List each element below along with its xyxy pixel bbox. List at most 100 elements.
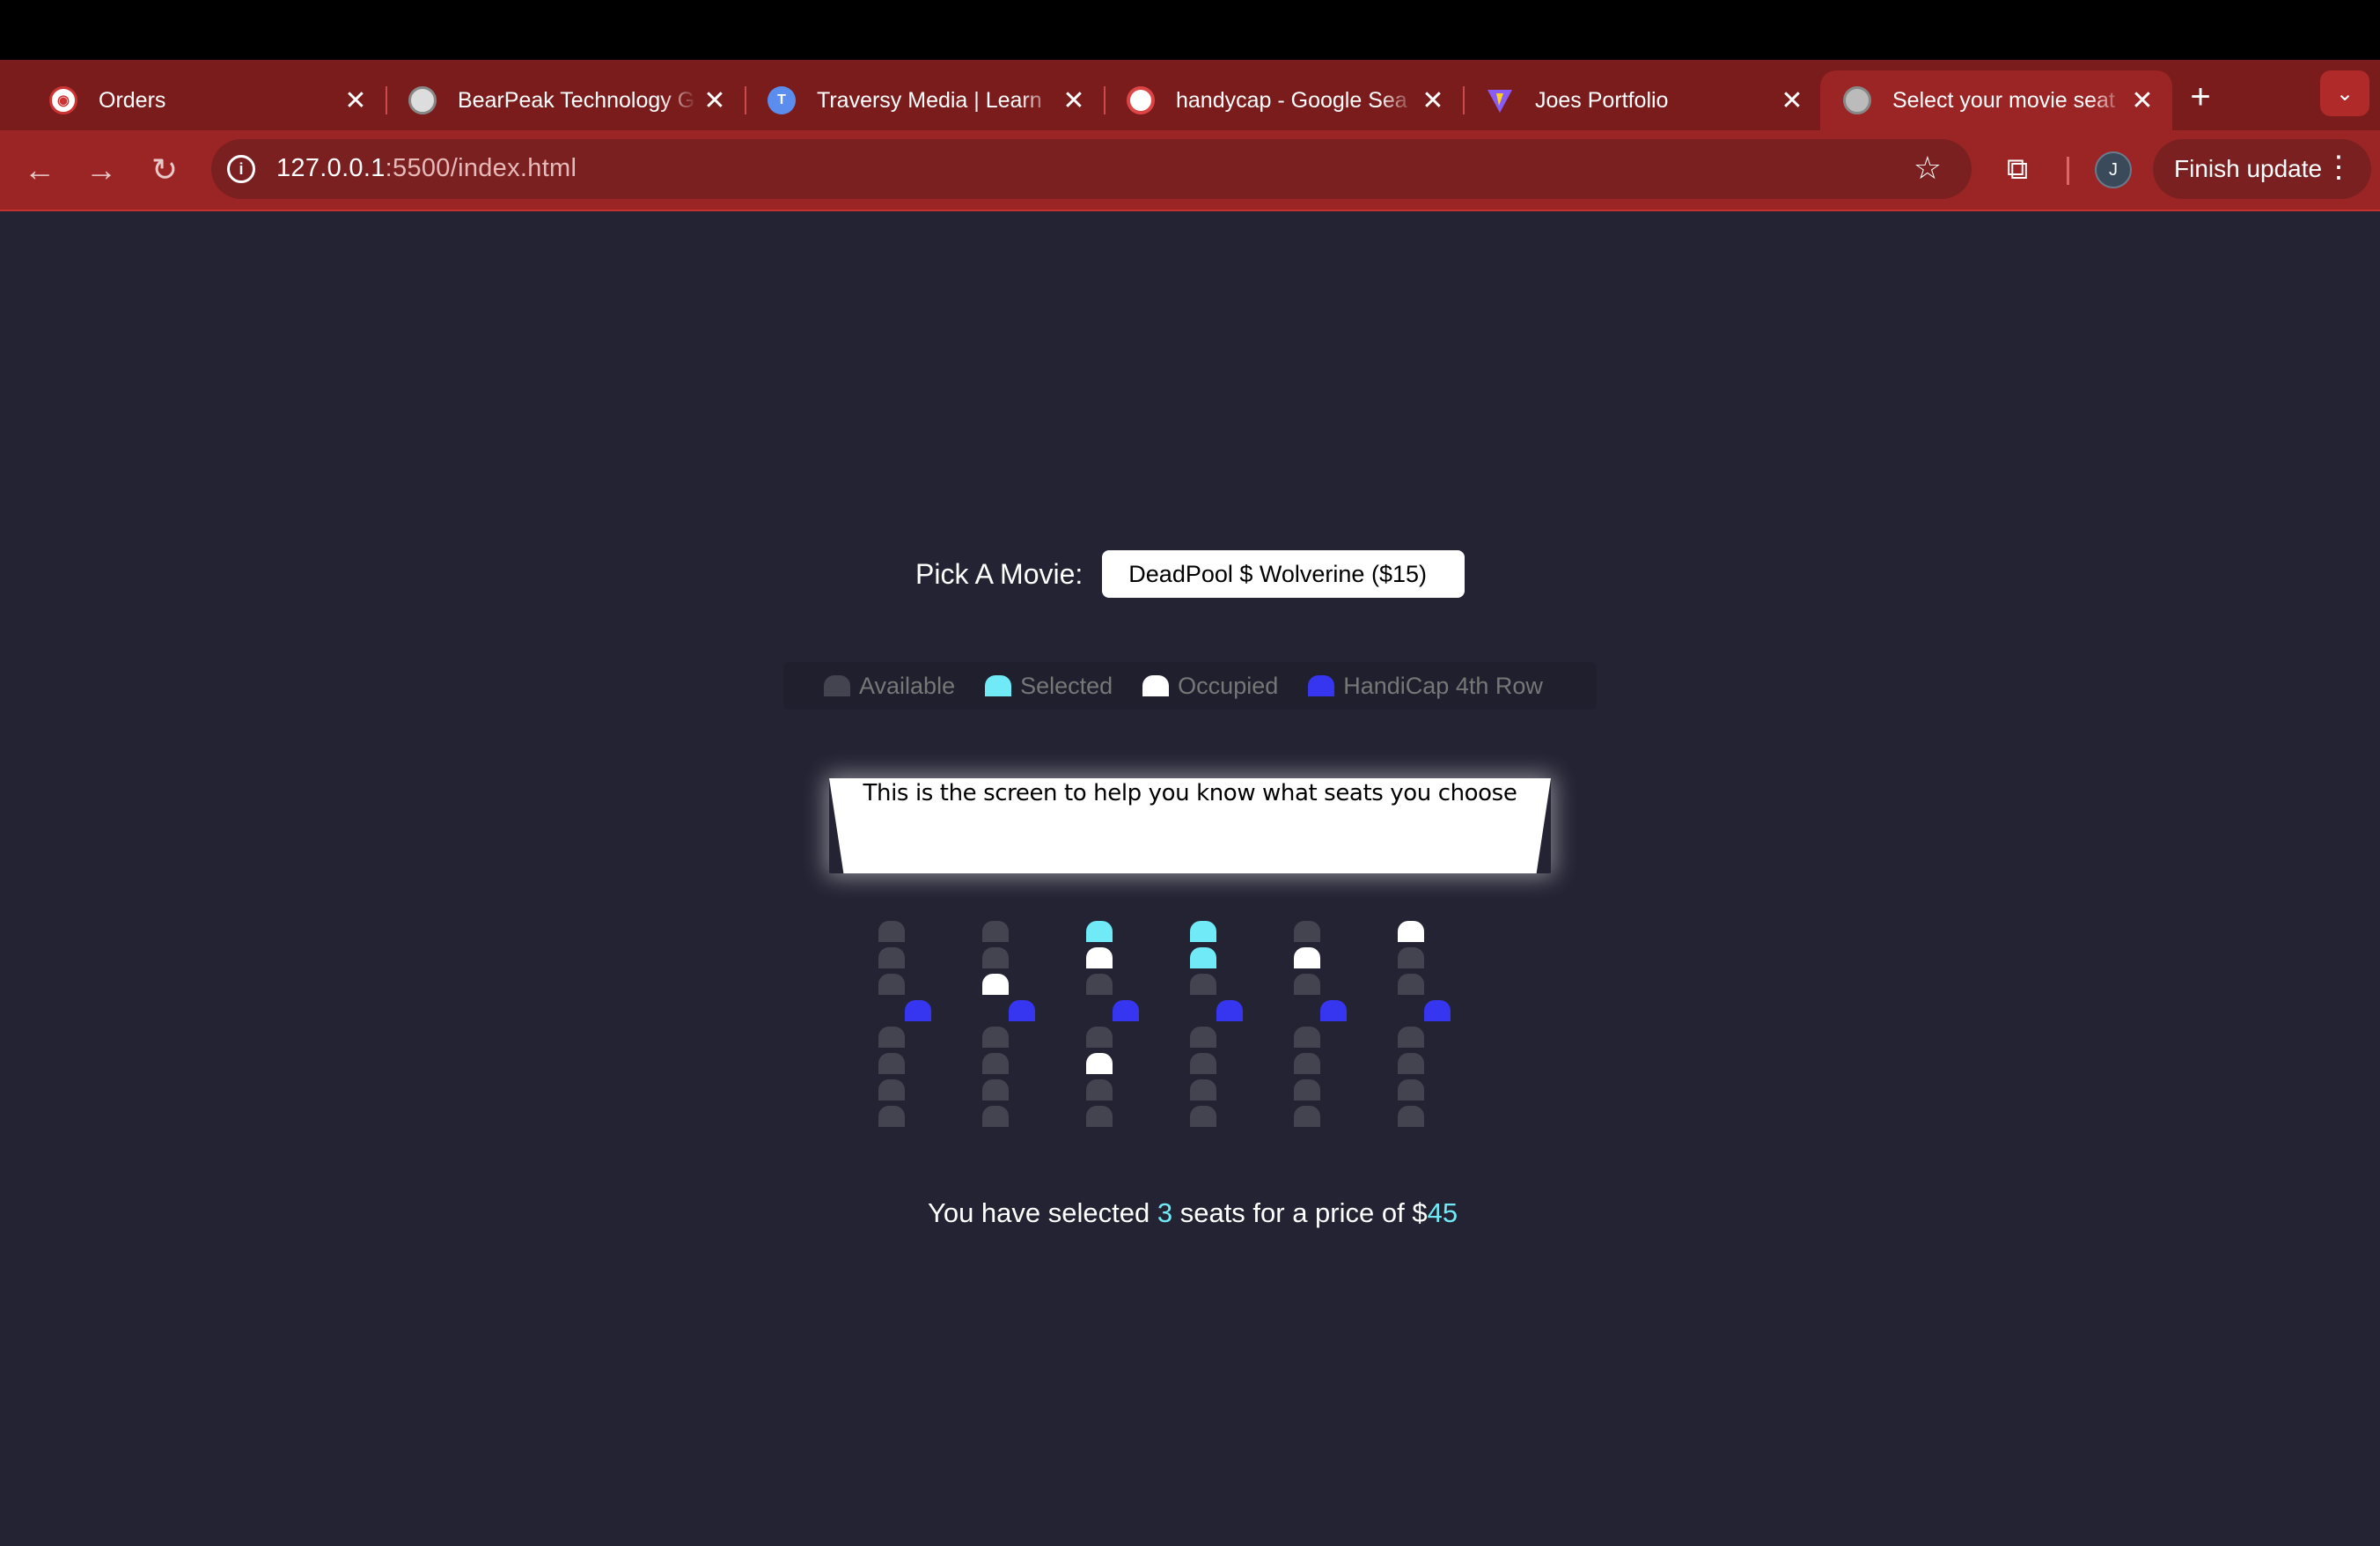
seat-available[interactable]	[1190, 1079, 1216, 1101]
seat-handicap[interactable]	[1216, 1000, 1243, 1021]
total-price: 45	[1427, 1197, 1458, 1228]
close-icon[interactable]: ✕	[338, 83, 373, 118]
profile-avatar[interactable]: J	[2095, 151, 2132, 188]
tab-bearpeak[interactable]: BearPeak Technology G ✕	[386, 70, 746, 130]
close-icon[interactable]: ✕	[1774, 83, 1810, 118]
bookmark-star-icon[interactable]: ☆	[1914, 150, 1942, 187]
tab-portfolio[interactable]: Joes Portfolio ✕	[1463, 70, 1822, 130]
seat-occupied	[1086, 947, 1113, 968]
legend-item-handicap: HandiCap 4th Row	[1308, 673, 1543, 700]
seat-handicap[interactable]	[1320, 1000, 1347, 1021]
google-icon	[1127, 86, 1155, 114]
seat-available[interactable]	[1190, 1053, 1216, 1074]
seat-available[interactable]	[1294, 1027, 1320, 1048]
seat-available[interactable]	[1398, 947, 1424, 968]
seat-available[interactable]	[1398, 1079, 1424, 1101]
summary-middle: seats for a price of $	[1172, 1197, 1428, 1228]
tab-orders[interactable]: ◉ Orders ✕	[26, 70, 387, 130]
extensions-icon[interactable]: ⧉	[1998, 150, 2037, 188]
seat-handicap[interactable]	[1424, 1000, 1451, 1021]
seat-available[interactable]	[1294, 1053, 1320, 1074]
browser-toolbar: ← → ↻ i 127.0.0.1:5500/index.html ☆ ⧉ J …	[0, 130, 2380, 211]
movie-select[interactable]: DeadPool $ Wolverine ($15)	[1102, 550, 1465, 598]
seat-available[interactable]	[982, 921, 1009, 942]
forward-button[interactable]: →	[79, 148, 123, 192]
seat-available[interactable]	[878, 1106, 905, 1127]
seat-available[interactable]	[982, 1053, 1009, 1074]
seat-handicap[interactable]	[1113, 1000, 1139, 1021]
seat-available[interactable]	[1086, 1079, 1113, 1101]
close-icon[interactable]: ✕	[1415, 83, 1451, 118]
legend-seat-available	[824, 675, 850, 696]
seat-available[interactable]	[1086, 1027, 1113, 1048]
seat-available[interactable]	[878, 947, 905, 968]
tab-traversy[interactable]: T Traversy Media | Learn ✕	[745, 70, 1106, 130]
seat-available[interactable]	[1398, 1027, 1424, 1048]
window-titlebar	[0, 0, 2380, 60]
tab-title: handycap - Google Sea	[1176, 87, 1407, 113]
finish-update-button[interactable]: Finish update ⋮	[2153, 139, 2371, 199]
legend-item-selected: Selected	[985, 673, 1113, 700]
more-menu-icon[interactable]: ⋮	[2324, 151, 2354, 183]
seat-available[interactable]	[1398, 1106, 1424, 1127]
url-host: 127.0.0.1	[276, 154, 386, 182]
legend-item-available: Available	[824, 673, 955, 700]
seat-available[interactable]	[982, 947, 1009, 968]
seat-available[interactable]	[1086, 974, 1113, 995]
tab-title: Select your movie seat	[1892, 87, 2115, 113]
seat-available[interactable]	[1190, 1106, 1216, 1127]
tab-title: BearPeak Technology G	[458, 87, 695, 113]
cinema-screen: This is the screen to help you know what…	[829, 778, 1551, 873]
seat-available[interactable]	[1294, 1106, 1320, 1127]
tab-title: Orders	[99, 87, 166, 113]
legend-seat-handicap	[1308, 675, 1335, 696]
legend-seat-occupied	[1142, 675, 1170, 696]
movie-label: Pick A Movie:	[915, 557, 1083, 590]
seat-available[interactable]	[982, 1079, 1009, 1101]
seat-handicap[interactable]	[1009, 1000, 1035, 1021]
seat-available[interactable]	[878, 1079, 905, 1101]
new-tab-button[interactable]: +	[2179, 76, 2222, 118]
seat-selected[interactable]	[1086, 921, 1113, 942]
seat-available[interactable]	[1086, 1106, 1113, 1127]
seat-legend: Available Selected Occupied HandiCap 4th Ro…	[783, 662, 1597, 710]
vite-icon	[1486, 86, 1514, 114]
legend-label: Selected	[1020, 672, 1113, 699]
tab-strip: ◉ Orders ✕ BearPeak Technology G ✕ T Tra…	[0, 60, 2380, 130]
legend-label: Occupied	[1178, 672, 1279, 699]
close-icon[interactable]: ✕	[2125, 83, 2160, 118]
address-bar[interactable]: i 127.0.0.1:5500/index.html ☆	[211, 139, 1972, 199]
seat-available[interactable]	[878, 1027, 905, 1048]
back-button[interactable]: ←	[18, 148, 62, 192]
seat-available[interactable]	[1190, 1027, 1216, 1048]
seat-available[interactable]	[1294, 1079, 1320, 1101]
close-icon[interactable]: ✕	[1056, 83, 1091, 118]
seat-occupied	[1398, 921, 1424, 942]
site-info-icon[interactable]: i	[227, 155, 255, 183]
seat-available[interactable]	[982, 1027, 1009, 1048]
seat-available[interactable]	[878, 921, 905, 942]
seat-available[interactable]	[1398, 974, 1424, 995]
seat-available[interactable]	[878, 1053, 905, 1074]
seat-available[interactable]	[878, 974, 905, 995]
seat-available[interactable]	[1294, 921, 1320, 942]
seat-available[interactable]	[1294, 974, 1320, 995]
close-icon[interactable]: ✕	[697, 83, 732, 118]
seat-selected[interactable]	[1190, 947, 1216, 968]
summary-prefix: You have selected	[928, 1197, 1157, 1228]
seat-occupied	[1086, 1053, 1113, 1074]
reload-button[interactable]: ↻	[143, 148, 187, 192]
tab-google-search[interactable]: handycap - Google Sea ✕	[1104, 70, 1465, 130]
tab-movie-seat[interactable]: Select your movie seat ✕	[1820, 70, 2172, 130]
tab-search-button[interactable]: ⌄	[2320, 70, 2369, 116]
seat-selected[interactable]	[1190, 921, 1216, 942]
tab-title: Traversy Media | Learn	[817, 87, 1042, 113]
movie-picker: Pick A Movie: DeadPool $ Wolverine ($15)	[915, 549, 1465, 599]
seat-available[interactable]	[1398, 1053, 1424, 1074]
seat-handicap[interactable]	[905, 1000, 931, 1021]
orders-icon: ◉	[49, 86, 77, 114]
url-path: :5500/index.html	[385, 154, 577, 182]
seat-available[interactable]	[982, 1106, 1009, 1127]
seat-available[interactable]	[1190, 974, 1216, 995]
url-text[interactable]: 127.0.0.1:5500/index.html	[276, 154, 577, 183]
